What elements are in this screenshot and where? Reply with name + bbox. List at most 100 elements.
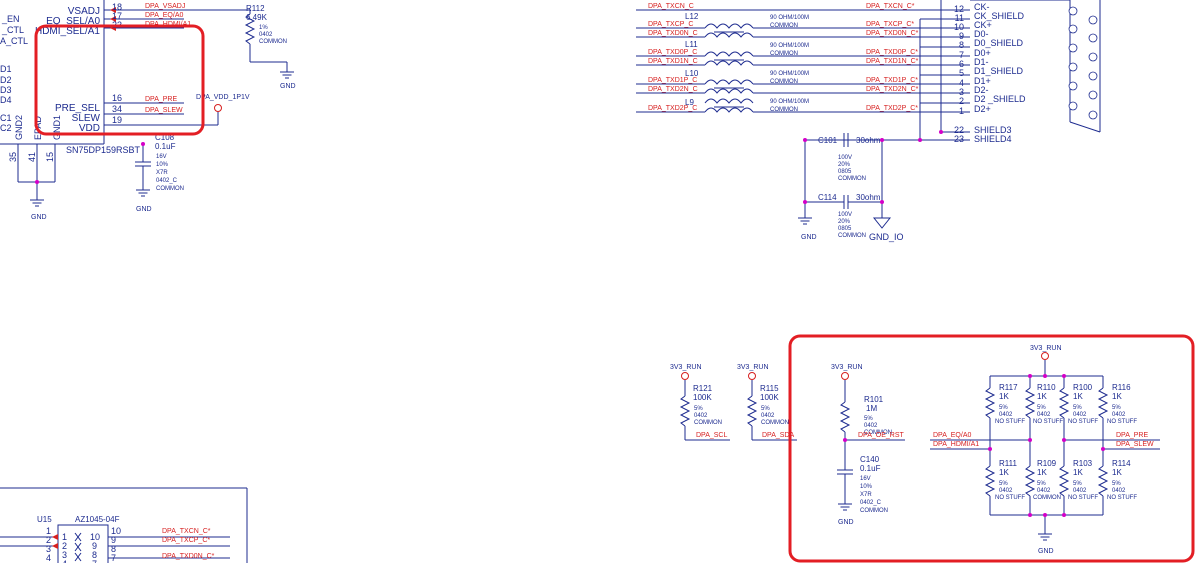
- r110-tol: 5%: [1037, 405, 1046, 411]
- r103-tol: 5%: [1073, 481, 1082, 487]
- net-dpa-pre: DPA_PRE: [145, 96, 177, 103]
- c140-spec-dielectric: X7R: [860, 492, 872, 498]
- r114-stuff: NO STUFF: [1107, 495, 1137, 501]
- pin-name-gnd2: GND2: [14, 115, 24, 140]
- r101-spec-pkg: 0402: [864, 423, 878, 429]
- c140-spec-tol: 10%: [860, 484, 873, 490]
- r100-pkg: 0402: [1073, 412, 1087, 418]
- strap-gnd-label: GND: [1038, 548, 1054, 555]
- net-txd0n-c-star: DPA_TXD0N_C*: [866, 30, 919, 37]
- r116-ref: R116: [1112, 383, 1131, 392]
- choke-l10-spec: 90 OHM/100M: [770, 71, 809, 77]
- choke-l9-spec: 90 OHM/100M: [770, 99, 809, 105]
- c108-gnd: GND: [136, 206, 152, 213]
- r115-rail: 3V3_RUN: [737, 364, 769, 371]
- r117-tol: 5%: [999, 405, 1008, 411]
- r112-spec-tol: 1%: [259, 25, 268, 31]
- r115-spec-pkg: 0402: [761, 413, 775, 419]
- r110-ref: R110: [1037, 383, 1056, 392]
- r111-ref: R111: [999, 459, 1017, 468]
- conn-name-d1-shield: D1_SHIELD: [974, 66, 1024, 76]
- r112-spec-pkg: 0402: [259, 32, 273, 38]
- r109-tol: 5%: [1037, 481, 1046, 487]
- c101-spec-voltage: 100V: [838, 155, 852, 161]
- r109-ref: R109: [1037, 459, 1057, 468]
- pin-label-c2: C2: [0, 123, 12, 133]
- esd-net-txd0n: DPA_TXD0N_C*: [162, 553, 215, 560]
- r101-rail: 3V3_RUN: [831, 364, 863, 371]
- c101-spec-tol: 20%: [838, 162, 851, 168]
- net-txd2p-c: DPA_TXD2P_C: [648, 105, 697, 112]
- net-txd1p-c-star: DPA_TXD1P_C*: [866, 77, 918, 84]
- c108-spec-pkg: 0402_C: [156, 178, 178, 184]
- net-txd2p-c-star: DPA_TXD2P_C*: [866, 105, 918, 112]
- net-txd2n-c-star: DPA_TXD2N_C*: [866, 86, 919, 93]
- r115-ref: R115: [760, 384, 779, 393]
- c114-spec-tol: 20%: [838, 219, 851, 225]
- esd-part: AZ1045-04F: [75, 515, 120, 524]
- canvas-background: [0, 0, 1200, 563]
- c140-spec-voltage: 16V: [860, 476, 871, 482]
- conn-name-shield4: SHIELD4: [974, 134, 1012, 144]
- r111-tol: 5%: [999, 481, 1008, 487]
- r109-value: 1K: [1037, 468, 1047, 477]
- net-txd0p-c-star: DPA_TXD0P_C*: [866, 49, 918, 56]
- c114-ref: C114: [818, 193, 837, 202]
- pin-name-gnd1: GND1: [52, 115, 62, 140]
- esd-inner-pin-4: 4: [62, 559, 67, 563]
- c101-spec-pkg: 0805: [838, 169, 852, 175]
- r110-pkg: 0402: [1037, 412, 1051, 418]
- pin-num-15: 15: [45, 152, 55, 162]
- strap-net-slew: DPA_SLEW: [1116, 441, 1154, 448]
- conn-pin-2: 2: [959, 96, 964, 106]
- esd-net-txcp: DPA_TXCP_C*: [162, 537, 210, 544]
- choke-l9-common: COMMON: [770, 107, 798, 113]
- net-dpa-scl: DPA_SCL: [696, 432, 727, 439]
- pin-label-en: _EN: [1, 14, 20, 24]
- net-txd0n-c: DPA_TXD0N_C: [648, 30, 698, 37]
- conn-pin-1: 1: [959, 106, 964, 116]
- pullup-junction-dot: [843, 438, 847, 442]
- c101-spec-common: COMMON: [838, 176, 866, 182]
- c101-value: 30ohm: [856, 136, 881, 145]
- pin-num-19: 19: [112, 115, 122, 125]
- r100-tol: 5%: [1073, 405, 1082, 411]
- c108-spec-dielectric: X7R: [156, 170, 168, 176]
- r109-stuff: COMMON: [1033, 495, 1061, 501]
- net-txd1n-c: DPA_TXD1N_C: [648, 58, 698, 65]
- r116-tol: 5%: [1112, 405, 1121, 411]
- c140-spec-common: COMMON: [860, 508, 888, 514]
- strap-net-pre: DPA_PRE: [1116, 432, 1148, 439]
- r116-stuff: NO STUFF: [1107, 419, 1137, 425]
- esd-right-pin-7: 7: [111, 553, 116, 563]
- r100-value: 1K: [1073, 392, 1083, 401]
- r117-pkg: 0402: [999, 412, 1013, 418]
- r114-ref: R114: [1112, 459, 1131, 468]
- r112-spec-common: COMMON: [259, 39, 287, 45]
- net-txd1p-c: DPA_TXD1P_C: [648, 77, 697, 84]
- r101-value: 1M: [866, 404, 877, 413]
- choke-l12-common: COMMON: [770, 23, 798, 29]
- conn-name-d2-shield: D2 _SHIELD: [974, 94, 1026, 104]
- r117-value: 1K: [999, 392, 1009, 401]
- pin-label-d1: D1: [0, 64, 12, 74]
- net-txcn-c: DPA_TXCN_C: [648, 3, 694, 10]
- strap-rail-label: 3V3_RUN: [1030, 345, 1062, 352]
- r111-value: 1K: [999, 468, 1009, 477]
- r114-pkg: 0402: [1112, 488, 1126, 494]
- conn-name-d0-shield: D0_SHIELD: [974, 38, 1024, 48]
- c140-value: 0.1uF: [860, 464, 881, 473]
- r110-value: 1K: [1037, 392, 1047, 401]
- net-txcp-c: DPA_TXCP_C: [648, 21, 693, 28]
- r114-tol: 5%: [1112, 481, 1121, 487]
- pin-num-35: 35: [8, 152, 18, 162]
- r121-value: 100K: [693, 393, 712, 402]
- chip-part-number: SN75DP159RSBT: [66, 145, 141, 155]
- conn-name-d2-plus: D2+: [974, 104, 991, 114]
- pin-label-c1: C1: [0, 113, 12, 123]
- r110-stuff: NO STUFF: [1033, 419, 1063, 425]
- r109-pkg: 0402: [1037, 488, 1051, 494]
- pin-label-ctl: _CTL: [1, 25, 24, 35]
- pin-label-d2: D2: [0, 75, 12, 85]
- pin-label-d3: D3: [0, 85, 12, 95]
